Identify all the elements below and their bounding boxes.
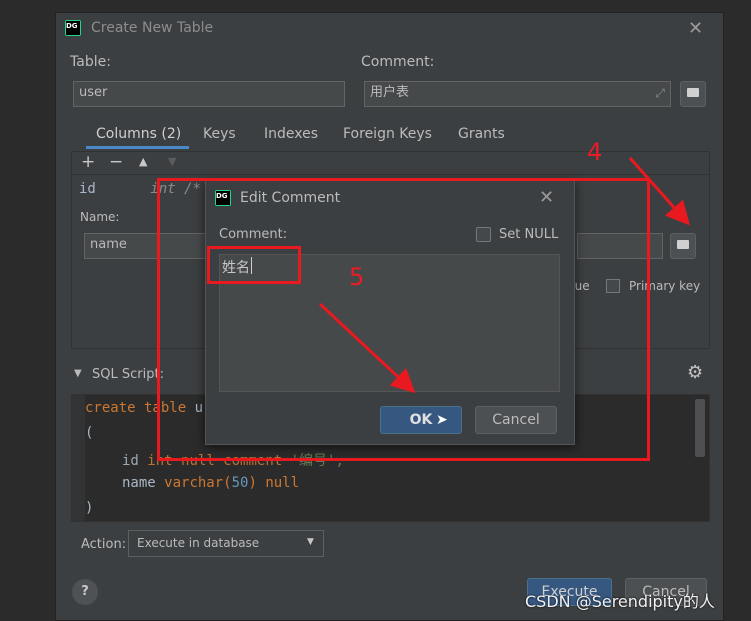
arrow-to-ok-button: [318, 302, 416, 394]
arrow-to-comment-button: [628, 157, 690, 226]
watermark: CSDN @Serendipity的人: [525, 592, 715, 611]
annotation-arrows: [318, 157, 690, 394]
